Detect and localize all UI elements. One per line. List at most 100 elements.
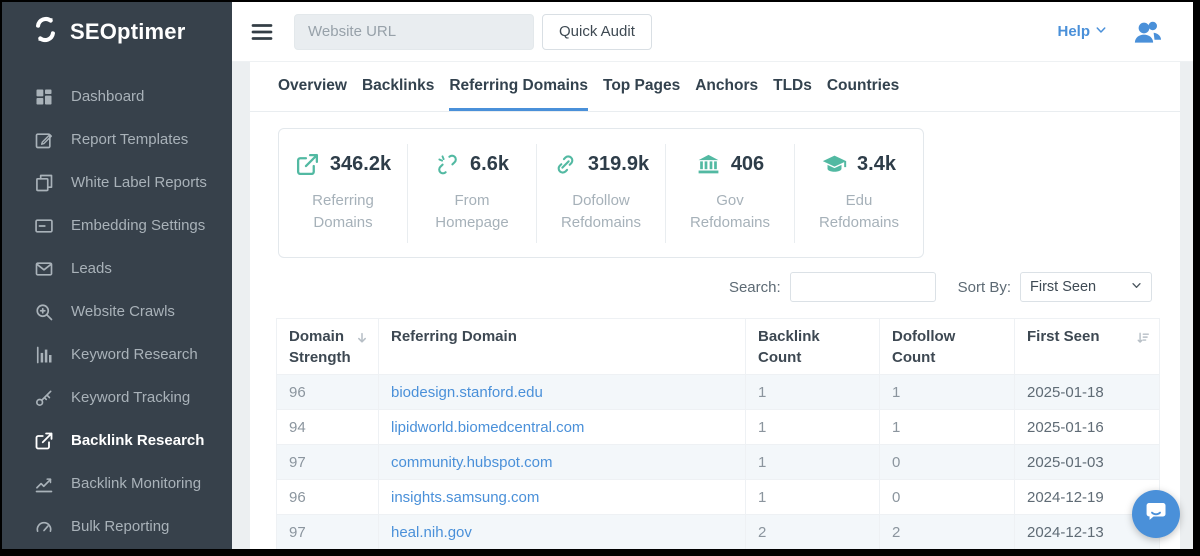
broken-link-icon [435,152,460,177]
stat-value: 346.2k [330,153,391,176]
referring-domain-link[interactable]: heal.nih.gov [391,524,472,541]
search-label: Search: [729,279,781,296]
brand-name: SEOptimer [70,19,186,45]
chat-icon [1143,499,1169,530]
cell-domain-strength: 96 [277,375,379,410]
quick-audit-button[interactable]: Quick Audit [542,14,652,50]
menu-icon[interactable] [250,20,274,44]
cell-domain-strength: 97 [277,445,379,480]
referring-domain-link[interactable]: lipidworld.biomedcentral.com [391,419,584,436]
tab-referring-domains[interactable]: Referring Domains [449,62,588,111]
arrow-down-icon[interactable] [355,330,369,344]
seoptimer-gear-icon [32,16,59,48]
speedometer-icon [34,517,54,537]
sidebar-item-label: Backlink Monitoring [71,475,201,492]
cell-domain-strength: 94 [277,410,379,445]
sidebar-item-backlink-monitoring[interactable]: Backlink Monitoring [2,462,232,505]
tab-anchors[interactable]: Anchors [695,62,758,111]
content-panel: Overview Backlinks Referring Domains Top… [250,62,1180,549]
col-referring-domain[interactable]: Referring Domain [379,319,746,375]
sort-amount-desc-icon[interactable] [1136,330,1150,344]
table-header-row: Domain Strength Referring Domain Backlin… [277,319,1160,375]
sidebar-item-report-templates[interactable]: Report Templates [2,118,232,161]
sidebar-item-leads[interactable]: Leads [2,247,232,290]
users-icon[interactable] [1131,17,1165,47]
cell-dofollow-count: 1 [880,375,1015,410]
col-domain-strength[interactable]: Domain Strength [277,319,379,375]
tab-label: Top Pages [603,77,680,95]
stat-value: 319.9k [588,153,649,176]
tab-tlds[interactable]: TLDs [773,62,812,111]
sidebar-nav: Dashboard Report Templates White Label R… [2,62,232,548]
referring-domain-link[interactable]: biodesign.stanford.edu [391,384,543,401]
card-minus-icon [34,216,54,236]
col-first-seen[interactable]: First Seen [1015,319,1160,375]
stat-label: Gov Refdomains [682,190,778,235]
sidebar-item-label: Report Templates [71,131,188,148]
referring-domain-link[interactable]: community.hubspot.com [391,454,552,471]
col-backlink-count[interactable]: Backlink Count [746,319,880,375]
sidebar-item-label: Embedding Settings [71,217,205,234]
stat-label: Dofollow Refdomains [553,190,649,235]
line-chart-icon [34,474,54,494]
table-row-2: 97 community.hubspot.com 1 0 2025-01-03 [277,445,1160,480]
stat-dofollow-refdomains: 319.9k Dofollow Refdomains [536,144,665,243]
sort-select-value: First Seen [1030,279,1096,295]
table-row-4: 97 heal.nih.gov 2 2 2024-12-13 [277,515,1160,550]
tab-label: Anchors [695,77,758,95]
search-input[interactable] [790,272,936,302]
tab-label: Overview [278,77,347,95]
cell-backlink-count: 1 [746,410,880,445]
chevron-down-icon [1131,279,1142,295]
stat-value: 406 [731,153,764,176]
screenshot-frame: SEOptimer Dashboard Report Templates Whi… [0,0,1200,556]
sidebar-item-embedding-settings[interactable]: Embedding Settings [2,204,232,247]
chat-launcher-button[interactable] [1132,490,1180,538]
link-icon [553,152,578,177]
edit-icon [34,130,54,150]
tab-countries[interactable]: Countries [827,62,899,111]
tab-label: Backlinks [362,77,434,95]
tab-backlinks[interactable]: Backlinks [362,62,434,111]
cell-dofollow-count: 2 [880,515,1015,550]
cell-dofollow-count: 0 [880,480,1015,515]
tab-top-pages[interactable]: Top Pages [603,62,680,111]
sidebar-item-backlink-research[interactable]: Backlink Research [2,419,232,462]
search-plus-icon [34,302,54,322]
brand-logo[interactable]: SEOptimer [2,2,232,62]
help-menu[interactable]: Help [1057,23,1107,40]
tab-label: Countries [827,77,899,95]
dashboard-icon [34,87,54,107]
stat-label: Referring Domains [295,190,391,235]
stat-gov-refdomains: 406 Gov Refdomains [665,144,794,243]
sidebar-item-dashboard[interactable]: Dashboard [2,75,232,118]
sidebar-item-label: Leads [71,260,112,277]
sidebar: SEOptimer Dashboard Report Templates Whi… [2,2,232,549]
referring-domain-link[interactable]: insights.samsung.com [391,489,539,506]
sidebar-item-website-crawls[interactable]: Website Crawls [2,290,232,333]
tab-overview[interactable]: Overview [278,62,347,111]
cell-referring-domain: heal.nih.gov [379,515,746,550]
stat-value: 3.4k [857,153,896,176]
cell-referring-domain: biodesign.stanford.edu [379,375,746,410]
col-dofollow-count[interactable]: Dofollow Count [880,319,1015,375]
sidebar-item-label: Bulk Reporting [71,518,169,535]
cell-domain-strength: 97 [277,515,379,550]
cell-first-seen: 2025-01-18 [1015,375,1160,410]
sort-select[interactable]: First Seen [1020,272,1152,302]
sort-by-label: Sort By: [958,279,1011,296]
website-url-input[interactable] [294,14,534,50]
cell-dofollow-count: 1 [880,410,1015,445]
cell-backlink-count: 2 [746,515,880,550]
key-icon [34,388,54,408]
sidebar-item-bulk-reporting[interactable]: Bulk Reporting [2,505,232,548]
sidebar-item-keyword-research[interactable]: Keyword Research [2,333,232,376]
cell-backlink-count: 1 [746,480,880,515]
bar-chart-icon [34,345,54,365]
app-window: SEOptimer Dashboard Report Templates Whi… [2,2,1193,549]
stat-edu-refdomains: 3.4k Edu Refdomains [794,144,923,243]
sidebar-item-white-label-reports[interactable]: White Label Reports [2,161,232,204]
external-link-icon [34,431,54,451]
sidebar-item-keyword-tracking[interactable]: Keyword Tracking [2,376,232,419]
graduation-cap-icon [822,152,847,177]
